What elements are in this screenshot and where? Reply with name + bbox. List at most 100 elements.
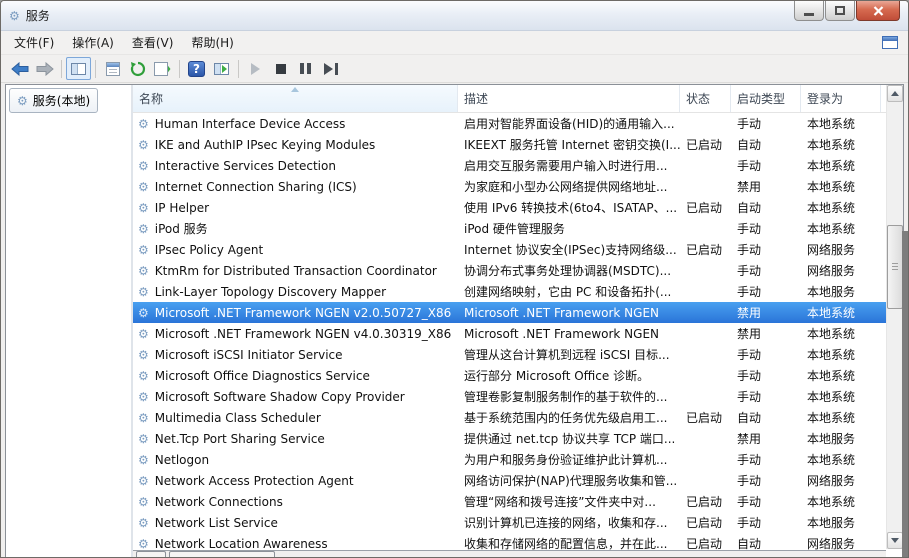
export-list-button[interactable] bbox=[150, 57, 175, 80]
table-row[interactable]: ⚙ Net.Tcp Port Sharing Service 提供通过 net.tc… bbox=[133, 428, 886, 449]
console-tree-icon bbox=[71, 62, 86, 75]
restart-icon bbox=[323, 62, 333, 75]
table-row[interactable]: ⚙ Microsoft .NET Framework NGEN v4.0.3031… bbox=[133, 323, 886, 344]
table-row[interactable]: ⚙ Microsoft Software Shadow Copy Provider… bbox=[133, 386, 886, 407]
service-gear-icon: ⚙ bbox=[138, 536, 149, 550]
service-name: Netlogon bbox=[154, 452, 210, 467]
service-gear-icon: ⚙ bbox=[138, 389, 149, 404]
service-logon-as-cell: 本地系统 bbox=[807, 348, 856, 362]
pause-icon bbox=[300, 63, 311, 74]
service-description-cell: 网络访问保护(NAP)代理服务收集和管... bbox=[464, 474, 678, 488]
service-gear-icon: ⚙ bbox=[138, 242, 149, 257]
back-button[interactable] bbox=[7, 57, 32, 80]
table-body: ⚙ Human Interface Device Access 启用对智能界面设备(… bbox=[133, 113, 886, 550]
extended-view-button[interactable] bbox=[209, 57, 234, 80]
service-name-cell: ⚙ Microsoft Office Diagnostics Service bbox=[133, 369, 458, 383]
properties-button[interactable] bbox=[100, 57, 125, 80]
sort-ascending-icon bbox=[291, 87, 299, 92]
service-logon-as-cell: 本地系统 bbox=[807, 390, 856, 404]
refresh-button[interactable] bbox=[125, 57, 150, 80]
column-header-startup-type[interactable]: 启动类型 bbox=[731, 85, 801, 112]
table-row[interactable]: ⚙ Human Interface Device Access 启用对智能界面设备(… bbox=[133, 113, 886, 134]
table-row[interactable]: ⚙ iPod 服务 iPod 硬件管理服务 手动 本地系统 bbox=[133, 218, 886, 239]
service-description-cell: Microsoft .NET Framework NGEN bbox=[464, 305, 660, 320]
toolbar-separator bbox=[61, 59, 62, 78]
menu-action[interactable]: 操作(A) bbox=[63, 30, 123, 55]
toolbar-separator bbox=[179, 59, 180, 78]
minimize-icon bbox=[804, 13, 814, 16]
service-startup-type-cell: 自动 bbox=[737, 411, 762, 425]
table-row[interactable]: ⚙ IPsec Policy Agent Internet 协议安全(IPSec)支… bbox=[133, 239, 886, 260]
column-header-logon-as[interactable]: 登录为 bbox=[801, 85, 881, 112]
table-row[interactable]: ⚙ Network List Service 识别计算机已连接的网络，收集和存...… bbox=[133, 512, 886, 533]
forward-button[interactable] bbox=[32, 57, 57, 80]
service-logon-as-cell: 网络服务 bbox=[807, 474, 856, 488]
service-name: Interactive Services Detection bbox=[154, 158, 336, 173]
table-row[interactable]: ⚙ Multimedia Class Scheduler 基于系统范围内的任务优先级… bbox=[133, 407, 886, 428]
console-window-icon[interactable] bbox=[882, 36, 898, 49]
restart-service-button[interactable] bbox=[318, 57, 343, 80]
stop-icon bbox=[275, 63, 286, 74]
scroll-down-button[interactable] bbox=[887, 532, 903, 549]
service-name-cell: ⚙ Interactive Services Detection bbox=[133, 159, 458, 173]
service-name-cell: ⚙ Netlogon bbox=[133, 453, 458, 467]
table-row[interactable]: ⚙ Interactive Services Detection 启用交互服务需要用… bbox=[133, 155, 886, 176]
table-row[interactable]: ⚙ Internet Connection Sharing (ICS) 为家庭和小型… bbox=[133, 176, 886, 197]
table-row[interactable]: ⚙ Network Connections 管理“网络和拨号连接”文件夹中对... 已… bbox=[133, 491, 886, 512]
toolbar: ? bbox=[1, 55, 908, 83]
table-row[interactable]: ⚙ Network Location Awareness 收集和存储网络的配置信息，… bbox=[133, 533, 886, 551]
service-startup-type-cell: 手动 bbox=[737, 285, 762, 299]
scrollbar-grip-icon bbox=[892, 263, 898, 271]
vertical-scrollbar[interactable] bbox=[886, 85, 903, 549]
scroll-down-icon bbox=[891, 538, 899, 543]
table-row[interactable]: ⚙ Microsoft iSCSI Initiator Service 管理从这台计… bbox=[133, 344, 886, 365]
table-row[interactable]: ⚙ Link-Layer Topology Discovery Mapper 创建网… bbox=[133, 281, 886, 302]
table-row[interactable]: ⚙ Microsoft .NET Framework NGEN v2.0.5072… bbox=[133, 302, 886, 323]
close-button[interactable] bbox=[856, 1, 900, 21]
pause-service-button[interactable] bbox=[293, 57, 318, 80]
tab-extended[interactable] bbox=[136, 551, 166, 557]
column-header-description[interactable]: 描述 bbox=[458, 85, 680, 112]
scrollbar-thumb[interactable] bbox=[887, 225, 903, 309]
service-name: Microsoft .NET Framework NGEN v4.0.30319… bbox=[154, 326, 452, 341]
service-logon-as-cell: 本地系统 bbox=[807, 180, 856, 194]
extended-view-icon bbox=[214, 62, 229, 75]
service-name-cell: ⚙ Network List Service bbox=[133, 516, 458, 530]
help-button[interactable]: ? bbox=[184, 57, 209, 80]
service-name-cell: ⚙ Human Interface Device Access bbox=[133, 117, 458, 131]
window-title: 服务 bbox=[25, 9, 50, 23]
minimize-button[interactable] bbox=[794, 1, 824, 21]
table-row[interactable]: ⚙ Netlogon 为用户和服务身份验证维护此计算机... 手动 本地系统 bbox=[133, 449, 886, 470]
list-header: 名称 描述 状态 启动类型 登录为 bbox=[133, 85, 903, 113]
menu-file[interactable]: 文件(F) bbox=[5, 30, 63, 55]
title-bar[interactable]: ⚙ 服务 bbox=[1, 1, 908, 31]
service-name-cell: ⚙ KtmRm for Distributed Transaction Coord… bbox=[133, 264, 458, 278]
show-console-tree-button[interactable] bbox=[66, 57, 91, 80]
scroll-up-button[interactable] bbox=[887, 85, 903, 102]
table-row[interactable]: ⚙ Network Access Protection Agent 网络访问保护(N… bbox=[133, 470, 886, 491]
service-startup-type-cell: 手动 bbox=[737, 243, 762, 257]
service-startup-type-cell: 手动 bbox=[737, 222, 762, 236]
window-edge bbox=[902, 231, 908, 557]
table-row[interactable]: ⚙ KtmRm for Distributed Transaction Coord… bbox=[133, 260, 886, 281]
service-status-cell: 已启动 bbox=[686, 516, 723, 530]
menu-view[interactable]: 查看(V) bbox=[123, 30, 183, 55]
table-row[interactable]: ⚙ IP Helper 使用 IPv6 转换技术(6to4、ISATAP、... 已启… bbox=[133, 197, 886, 218]
column-header-name[interactable]: 名称 bbox=[133, 85, 458, 112]
menu-help[interactable]: 帮助(H) bbox=[182, 30, 242, 55]
table-row[interactable]: ⚙ Microsoft Office Diagnostics Service 运行部… bbox=[133, 365, 886, 386]
table-row[interactable]: ⚙ IKE and AuthIP IPsec Keying Modules IKEE… bbox=[133, 134, 886, 155]
toolbar-separator bbox=[238, 59, 239, 78]
column-header-status[interactable]: 状态 bbox=[680, 85, 731, 112]
service-gear-icon: ⚙ bbox=[138, 452, 149, 467]
sidebar-item-services-local[interactable]: ⚙ 服务(本地) bbox=[9, 88, 99, 113]
start-service-button[interactable] bbox=[243, 57, 268, 80]
service-name: Microsoft Office Diagnostics Service bbox=[154, 368, 370, 383]
stop-service-button[interactable] bbox=[268, 57, 293, 80]
services-list-view: 名称 描述 状态 启动类型 登录为 ⚙ Human Interface Devic… bbox=[133, 85, 903, 557]
maximize-button[interactable] bbox=[825, 1, 855, 21]
help-icon: ? bbox=[188, 60, 205, 77]
tab-standard[interactable] bbox=[169, 551, 275, 557]
service-logon-as-cell: 本地系统 bbox=[807, 117, 856, 131]
gear-icon: ⚙ bbox=[17, 93, 28, 108]
